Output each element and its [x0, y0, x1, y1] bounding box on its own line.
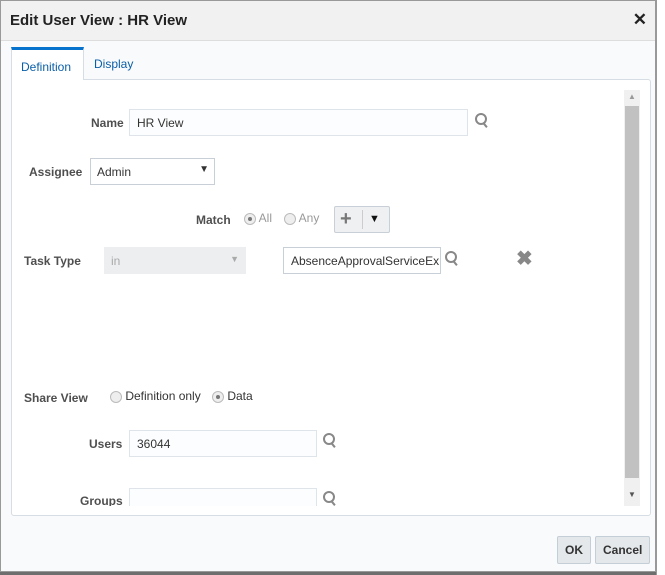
dialog-title: Edit User View : HR View — [10, 12, 188, 29]
chevron-down-icon: ▼ — [199, 164, 209, 175]
dialog-titlebar[interactable]: Edit User View : HR View ✕ — [1, 1, 655, 41]
share-view-label: Share View — [24, 391, 88, 405]
search-icon[interactable] — [445, 251, 461, 267]
assignee-label: Assignee — [29, 165, 83, 179]
search-icon[interactable] — [475, 113, 491, 129]
search-icon[interactable] — [323, 433, 339, 449]
remove-condition-icon[interactable]: ✖ — [516, 246, 533, 271]
plus-icon: + — [340, 208, 352, 230]
users-input[interactable]: 36044 — [129, 430, 317, 457]
share-data-option[interactable]: Data — [212, 389, 253, 403]
add-condition-button[interactable]: + ▼ — [334, 206, 390, 233]
assignee-value: Admin — [97, 165, 132, 179]
chevron-down-icon[interactable]: ▼ — [369, 213, 380, 225]
data-label: Data — [227, 389, 253, 403]
divider — [362, 210, 363, 229]
definition-only-label: Definition only — [125, 389, 201, 403]
match-any-label: Any — [298, 211, 320, 225]
ok-button[interactable]: OK — [557, 536, 591, 564]
task-type-operator-select: in ▼ — [104, 247, 246, 274]
name-input[interactable]: HR View — [129, 109, 468, 136]
share-definition-only-option[interactable]: Definition only — [110, 389, 201, 403]
radio-any[interactable] — [284, 212, 296, 225]
scrollbar-thumb[interactable] — [625, 106, 639, 478]
close-icon[interactable]: ✕ — [633, 10, 647, 30]
radio-definition-only[interactable] — [110, 390, 122, 403]
task-type-input[interactable]: AbsenceApprovalServiceEx — [283, 247, 441, 274]
users-label: Users — [89, 437, 123, 451]
radio-all[interactable] — [244, 212, 256, 225]
match-all-label: All — [258, 211, 273, 225]
match-all-option[interactable]: All — [244, 211, 272, 225]
operator-value: in — [111, 254, 121, 268]
task-type-label: Task Type — [24, 254, 81, 268]
definition-panel: Name HR View Assignee Admin ▼ Match All … — [11, 79, 651, 516]
groups-label: Groups — [80, 494, 123, 506]
search-icon[interactable] — [323, 491, 339, 506]
assignee-select[interactable]: Admin ▼ — [90, 158, 215, 185]
form-scroll-area: Name HR View Assignee Admin ▼ Match All … — [12, 90, 640, 506]
tab-definition[interactable]: Definition — [11, 47, 84, 80]
chevron-down-icon: ▼ — [230, 254, 239, 264]
radio-data[interactable] — [212, 390, 224, 403]
edit-user-view-dialog: Edit User View : HR View ✕ Definition Di… — [0, 0, 656, 572]
match-label: Match — [196, 213, 231, 227]
match-any-option[interactable]: Any — [284, 211, 319, 225]
scroll-up-icon[interactable]: ▲ — [628, 92, 636, 101]
background-page — [656, 0, 665, 575]
cancel-button[interactable]: Cancel — [595, 536, 651, 564]
groups-input[interactable] — [129, 488, 317, 506]
tab-display[interactable]: Display — [85, 47, 142, 80]
vertical-scrollbar[interactable]: ▲ ▼ — [624, 90, 640, 506]
name-label: Name — [91, 116, 124, 130]
scroll-down-icon[interactable]: ▼ — [628, 490, 636, 499]
